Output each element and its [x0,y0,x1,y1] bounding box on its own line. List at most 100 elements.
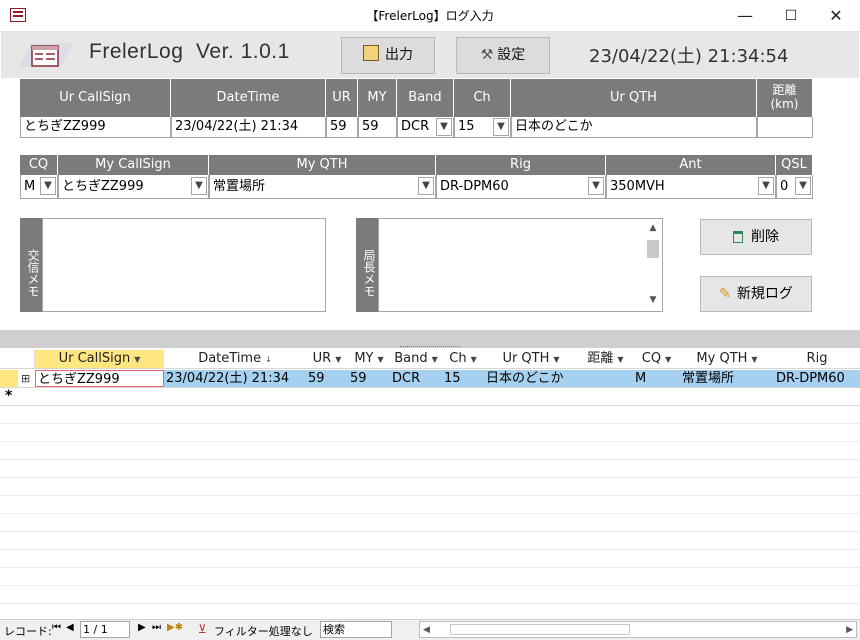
row-selector[interactable] [0,370,18,387]
header-band: Band [397,79,454,117]
datetime-field[interactable]: 23/04/22(土) 21:34 [171,117,326,138]
select-all-corner[interactable] [0,350,35,369]
dropdown-arrow-icon: ▼ [431,355,438,364]
last-record-icon[interactable]: ⏭ [152,622,161,633]
cell-datetime[interactable]: 23/04/22(土) 21:34 [164,370,306,387]
filter-status[interactable]: フィルター処理なし [214,623,313,639]
my-callsign-select[interactable]: とちぎZZ999 ▼ [58,175,209,199]
tools-icon: ⚒ [480,47,494,63]
exchange-memo-field[interactable] [42,218,326,312]
ur-qth-field[interactable]: 日本のどこか [511,117,757,138]
cell-ch[interactable]: 15 [442,370,484,387]
chevron-down-icon[interactable]: ▼ [795,177,811,195]
settings-button[interactable]: ⚒ 設定 [456,37,550,74]
grid-line [0,549,860,550]
cell-ur[interactable]: 59 [306,370,348,387]
first-record-icon[interactable]: ⏮ [52,622,61,633]
my-report-field[interactable]: 59 [358,117,397,138]
scroll-thumb[interactable] [450,624,630,635]
row-divider [0,405,860,406]
splitter-bar[interactable] [0,330,860,348]
trash-icon [733,231,743,243]
scroll-down-icon[interactable]: ▼ [645,294,661,306]
chevron-down-icon[interactable]: ▼ [493,118,509,136]
cell-cq[interactable]: M [633,370,680,387]
ch-value: 15 [458,119,475,134]
cell-band[interactable]: DCR [390,370,442,387]
title-bar: 【FrelerLog】ログ入力 — ☐ ✕ [0,0,860,32]
minimize-button[interactable]: — [722,0,768,32]
chevron-down-icon[interactable]: ▼ [191,177,207,195]
dropdown-arrow-icon: ▼ [470,355,477,364]
station-memo-field[interactable]: ▲ ▼ [378,218,663,312]
new-record-marker[interactable]: * [0,388,18,405]
new-log-button[interactable]: ✎ 新規ログ [700,276,812,312]
column-header-distance[interactable]: 距離 ▼ [578,350,634,369]
memo-scrollbar[interactable]: ▲ ▼ [645,220,661,310]
column-header-ch[interactable]: Ch ▼ [442,350,485,369]
cell-distance[interactable] [578,370,633,387]
cell-ur-qth[interactable]: 日本のどこか [484,370,578,387]
grid-line [0,531,860,532]
scroll-thumb[interactable] [647,240,659,258]
grid-line [0,459,860,460]
rig-select[interactable]: DR-DPM60 ▼ [436,175,606,199]
cell-my[interactable]: 59 [348,370,390,387]
column-header-rig[interactable]: Rig [774,350,860,369]
output-button[interactable]: 出力 [341,37,435,74]
header-ant: Ant [606,155,776,175]
expand-icon[interactable]: ⊞ [18,370,35,387]
datasheet: Ur CallSign ▼ DateTime ↓ UR ▼ MY ▼ Band ▼ Ch ▼… [0,350,860,619]
column-header-band[interactable]: Band ▼ [390,350,443,369]
scroll-left-icon[interactable]: ◀ [423,622,430,638]
column-header-ur-qth[interactable]: Ur QTH ▼ [484,350,579,369]
scroll-right-icon[interactable]: ▶ [846,622,853,638]
ur-report-field[interactable]: 59 [326,117,358,138]
chevron-down-icon[interactable]: ▼ [758,177,774,195]
qsl-select[interactable]: 0 ▼ [776,175,813,199]
scroll-up-icon[interactable]: ▲ [645,222,661,234]
column-header-ur[interactable]: UR ▼ [306,350,349,369]
chevron-down-icon[interactable]: ▼ [436,118,452,136]
new-record-icon[interactable]: ▶✱ [167,622,183,633]
column-header-ur-callsign[interactable]: Ur CallSign ▼ [35,350,165,369]
distance-field[interactable] [757,117,813,138]
ant-value: 350MVH [610,179,665,194]
chevron-down-icon[interactable]: ▼ [40,177,56,195]
cell-my-qth[interactable]: 常置場所 [680,370,774,387]
next-record-icon[interactable]: ▶ [138,622,146,633]
filter-off-icon: ⊻ [198,622,207,636]
column-header-my[interactable]: MY ▼ [348,350,391,369]
qsl-value: 0 [780,179,789,194]
column-label: Band [394,351,428,366]
search-input[interactable]: 検索 [320,621,392,638]
record-position-field[interactable]: 1 / 1 [80,621,130,638]
cell-rig[interactable]: DR-DPM60 [774,370,860,387]
horizontal-scrollbar[interactable]: ◀ ▶ [419,621,857,638]
prev-record-icon[interactable]: ◀ [66,622,74,633]
ch-select[interactable]: 15 ▼ [454,117,511,138]
column-label: Ch [449,351,467,366]
column-label: Rig [806,351,828,366]
settings-button-label: 設定 [497,47,526,63]
splitter-grip[interactable] [400,346,460,348]
grid-line [0,495,860,496]
delete-button[interactable]: 削除 [700,219,812,255]
pencil-icon: ✎ [719,286,731,302]
cq-select[interactable]: M ▼ [20,175,58,199]
band-select[interactable]: DCR ▼ [397,117,454,138]
ur-callsign-field[interactable]: とちぎZZ999 [20,117,171,138]
ant-select[interactable]: 350MVH ▼ [606,175,776,199]
column-header-datetime[interactable]: DateTime ↓ [164,350,307,369]
dropdown-arrow-icon: ▼ [134,355,141,364]
chevron-down-icon[interactable]: ▼ [588,177,604,195]
maximize-button[interactable]: ☐ [768,0,814,32]
column-header-my-qth[interactable]: My QTH ▼ [680,350,775,369]
header-my-qth: My QTH [209,155,436,175]
my-qth-select[interactable]: 常置場所 ▼ [209,175,436,199]
column-header-cq[interactable]: CQ ▼ [633,350,681,369]
cell-ur-callsign[interactable]: とちぎZZ999 [35,370,164,387]
record-navigation-bar: レコード: ⏮ ◀ 1 / 1 ▶ ⏭ ▶✱ ⊻ フィルター処理なし 検索 ◀ … [0,619,860,640]
chevron-down-icon[interactable]: ▼ [418,177,434,195]
close-button[interactable]: ✕ [813,0,859,32]
